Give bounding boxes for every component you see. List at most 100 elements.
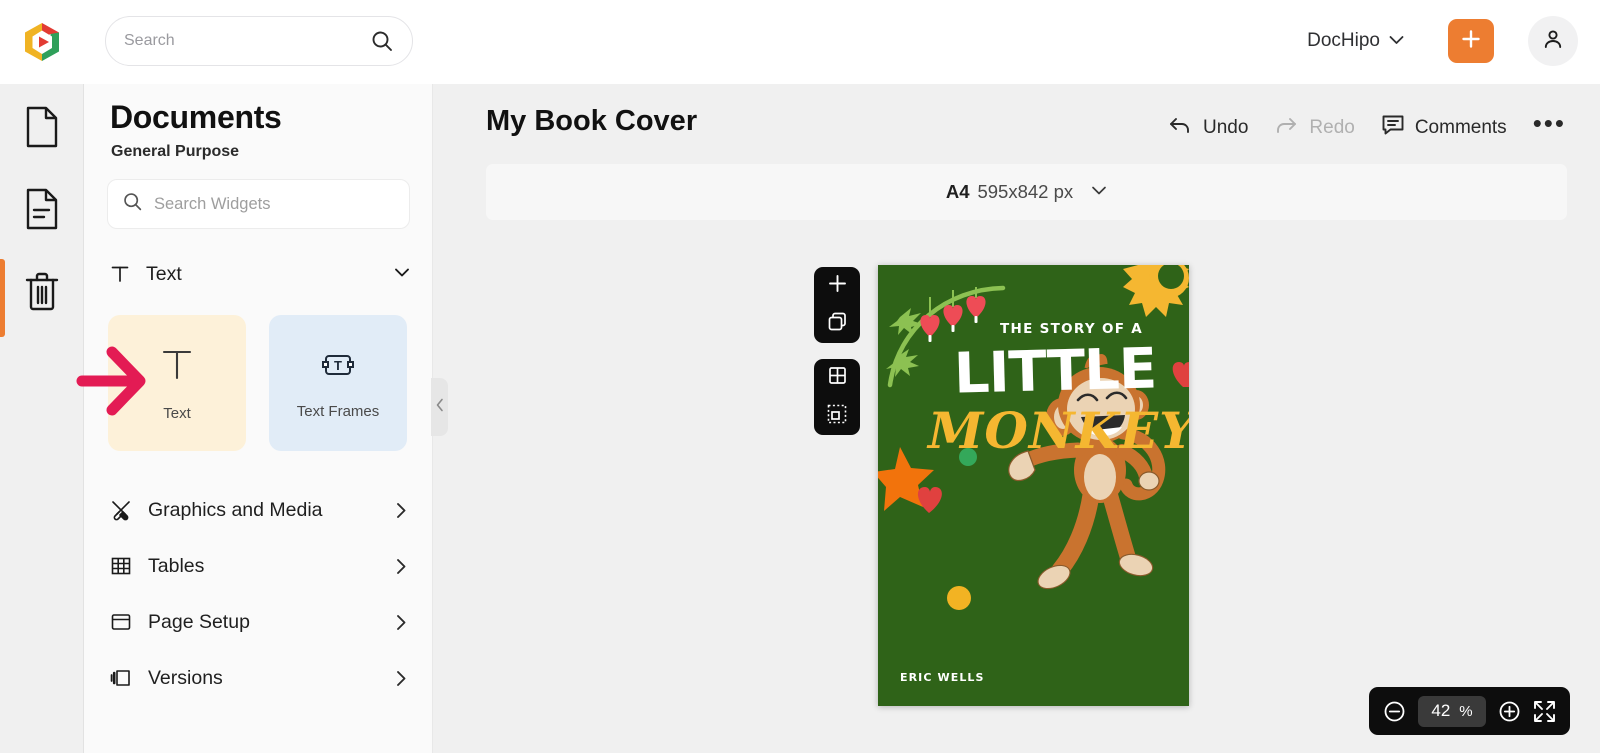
create-new-button[interactable] — [1448, 19, 1494, 63]
section-text[interactable]: Text — [108, 257, 410, 291]
yellow-dot — [947, 586, 971, 610]
menu-item-label: Page Setup — [148, 610, 250, 633]
rail-item-documents[interactable] — [19, 188, 65, 234]
chevron-right-icon — [392, 670, 410, 687]
grid-view-button[interactable] — [814, 359, 860, 397]
zoom-unit: % — [1459, 702, 1473, 720]
workspace-label: DocHipo — [1307, 30, 1380, 51]
document-actions: Undo Redo Comments ••• — [1168, 108, 1566, 148]
page-tool-group-top — [814, 267, 860, 343]
select-area-icon — [826, 403, 848, 430]
widget-card-text[interactable]: Text — [108, 315, 246, 451]
menu-item-label: Versions — [148, 666, 223, 689]
fullscreen-expand-icon[interactable] — [1533, 700, 1556, 723]
cover-tagline: THE STORY OF A — [999, 321, 1143, 337]
undo-label: Undo — [1202, 117, 1249, 138]
versions-icon — [108, 667, 134, 689]
document-title[interactable]: My Book Cover — [486, 105, 697, 138]
dochipo-editor-window: DocHipo — [0, 0, 1600, 753]
text-t-icon — [156, 344, 198, 391]
zoom-value: 42 — [1431, 701, 1451, 720]
menu-item-versions[interactable]: Versions — [108, 650, 410, 706]
page-tool-group-bottom — [814, 359, 860, 435]
menu-item-label: Tables — [148, 554, 205, 577]
plus-circle-icon[interactable] — [1498, 700, 1521, 723]
undo-button[interactable]: Undo — [1168, 115, 1248, 142]
chevron-right-icon — [392, 614, 410, 631]
user-icon — [1541, 27, 1565, 56]
search-input[interactable] — [124, 32, 370, 50]
widget-card-text-frames[interactable]: T Text Frames — [269, 315, 407, 451]
zoom-control: 42 % — [1369, 687, 1570, 735]
minus-circle-icon[interactable] — [1383, 700, 1406, 723]
menu-item-page-setup[interactable]: Page Setup — [108, 594, 410, 650]
widget-panel: Documents General Purpose Text — [84, 84, 433, 753]
menu-item-graphics-and-media[interactable]: Graphics and Media — [108, 482, 410, 538]
chevron-right-icon — [392, 558, 410, 575]
undo-arrow-icon — [1168, 115, 1193, 142]
cover-subtitle: MONKEY — [928, 401, 1189, 460]
text-t-icon — [108, 264, 132, 284]
plus-icon — [827, 273, 848, 299]
redo-button[interactable]: Redo — [1274, 115, 1355, 142]
global-search[interactable] — [105, 16, 413, 66]
panel-subtitle: General Purpose — [111, 143, 240, 160]
panel-collapse-handle[interactable] — [431, 378, 448, 436]
section-text-label: Text — [146, 262, 182, 285]
redo-arrow-icon — [1274, 115, 1299, 142]
redo-label: Redo — [1309, 117, 1355, 138]
rail-item-trash[interactable] — [19, 270, 65, 316]
cover-title: LITTLE — [878, 336, 1189, 407]
active-rail-indicator — [0, 259, 5, 337]
widget-search-input[interactable] — [154, 194, 395, 214]
widget-card-label: Text — [163, 405, 191, 422]
canvas-page[interactable]: THE STORY OF A LITTLE MONKEY ERIC WELLS — [878, 265, 1189, 706]
page-tools — [814, 267, 860, 435]
widget-cards: Text T Text Frames — [108, 315, 407, 451]
page-size-selector[interactable]: A4 595x842 px — [486, 164, 1567, 220]
search-icon — [122, 191, 143, 217]
duplicate-squares-icon — [827, 311, 848, 337]
panel-menu: Graphics and Media Tables Page Setup Ver… — [108, 482, 410, 706]
dochipo-logo-icon[interactable] — [18, 18, 66, 66]
add-page-button[interactable] — [814, 267, 860, 305]
editor-area: My Book Cover Undo Redo Comments ••• A4 … — [433, 84, 1600, 753]
plus-icon — [1460, 28, 1482, 55]
graphics-media-icon — [108, 499, 134, 521]
text-frame-icon: T — [319, 346, 357, 389]
comment-bubble-icon — [1381, 114, 1405, 142]
trash-icon — [22, 269, 62, 318]
comments-label: Comments — [1414, 117, 1507, 138]
cover-author: ERIC WELLS — [900, 671, 985, 684]
chevron-left-icon — [436, 398, 444, 417]
zoom-value-field[interactable]: 42 % — [1418, 695, 1486, 727]
widget-card-label: Text Frames — [296, 403, 380, 420]
top-bar: DocHipo — [0, 0, 1600, 84]
page-icon — [22, 105, 62, 154]
menu-item-label: Graphics and Media — [148, 498, 323, 521]
left-icon-rail — [0, 84, 84, 753]
chevron-right-icon — [392, 502, 410, 519]
table-grid-icon — [108, 555, 134, 577]
rail-item-blank-page[interactable] — [19, 106, 65, 152]
grid-icon — [827, 365, 848, 391]
account-button[interactable] — [1528, 16, 1578, 66]
page-title: Documents — [110, 99, 282, 135]
chevron-down-icon[interactable] — [394, 265, 410, 283]
cover-title-text: LITTLE — [953, 336, 1158, 407]
menu-item-tables[interactable]: Tables — [108, 538, 410, 594]
widget-search[interactable] — [107, 179, 410, 229]
more-options-button[interactable]: ••• — [1533, 108, 1566, 148]
comments-button[interactable]: Comments — [1381, 114, 1507, 142]
page-setup-icon — [108, 611, 134, 633]
chevron-down-icon — [1091, 183, 1107, 201]
workspace-selector[interactable]: DocHipo — [1307, 22, 1404, 60]
select-area-button[interactable] — [814, 397, 860, 435]
page-size-dimensions: 595x842 px — [977, 181, 1074, 202]
svg-text:T: T — [334, 358, 342, 373]
page-size-name: A4 — [945, 181, 970, 202]
document-lines-icon — [22, 187, 62, 236]
search-icon — [370, 29, 394, 53]
duplicate-page-button[interactable] — [814, 305, 860, 343]
chevron-down-icon — [1389, 32, 1404, 50]
